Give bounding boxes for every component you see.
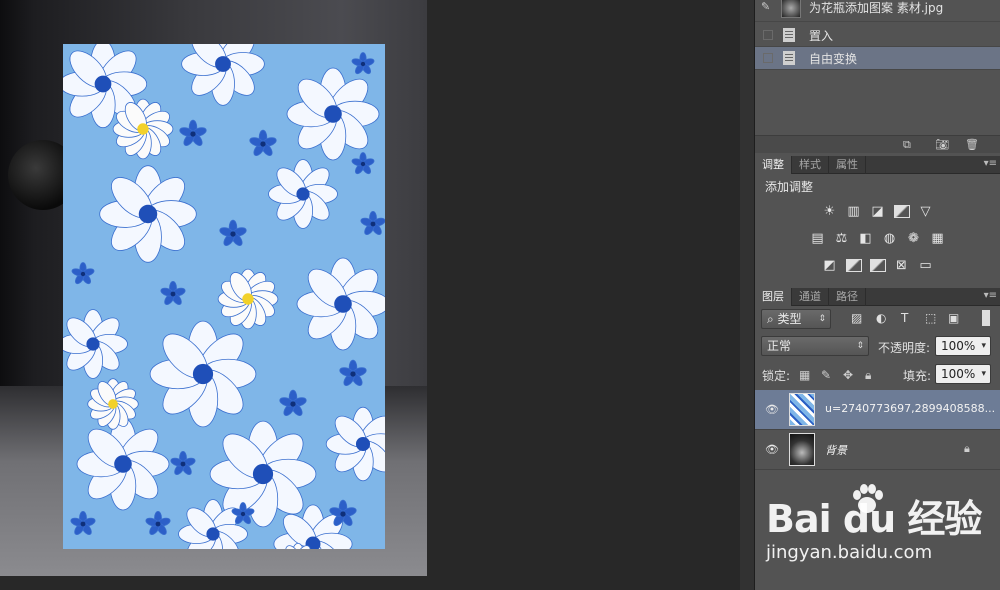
- adjustment-icons-row-3: ◩ ⊠ ▭: [755, 257, 1000, 273]
- layer-row-background[interactable]: 👁︎ 背景 🔒︎: [755, 430, 1000, 470]
- trash-icon[interactable]: 🗑︎: [965, 138, 979, 151]
- tab-paths[interactable]: 路径: [829, 288, 866, 306]
- curves-icon[interactable]: ◪: [869, 203, 887, 219]
- history-panel: ✎ 为花瓶添加图案 素材.jpg 置入 自由变换 ⧉ 📷︎ 🗑︎: [755, 0, 1000, 153]
- layer-thumbnail: [789, 433, 815, 466]
- lock-position-icon[interactable]: ✥: [843, 368, 853, 382]
- tab-adjustments[interactable]: 调整: [755, 156, 792, 174]
- layer-row-placed[interactable]: 👁︎ u=2740773697,2899408588...: [755, 390, 1000, 430]
- filter-adjustment-icon[interactable]: ◐: [876, 311, 886, 325]
- filter-smart-object-icon[interactable]: ▣: [948, 311, 959, 325]
- lock-transparent-pixels-icon[interactable]: ▦: [799, 368, 810, 382]
- panel-menu-icon[interactable]: ▾≡: [984, 288, 997, 304]
- new-document-from-state-icon[interactable]: ⧉: [903, 138, 911, 152]
- lock-image-pixels-icon[interactable]: ✎: [821, 368, 831, 382]
- filter-shape-icon[interactable]: ⬚: [925, 311, 936, 325]
- invert-icon[interactable]: ◩: [821, 257, 839, 273]
- color-lookup-icon[interactable]: ▦: [929, 230, 947, 246]
- layers-tabbar: 图层 通道 路径 ▾≡: [755, 288, 1000, 306]
- stepper-icon: ⇕: [818, 314, 826, 324]
- white-flower: [268, 159, 338, 229]
- white-flower: [99, 165, 197, 263]
- fill-value: 100%: [941, 367, 976, 381]
- color-balance-icon[interactable]: ⚖: [833, 230, 851, 246]
- layer-name[interactable]: u=2740773697,2899408588...: [825, 402, 995, 415]
- history-footer: ⧉ 📷︎ 🗑︎: [755, 135, 1000, 153]
- black-white-icon[interactable]: ◧: [857, 230, 875, 246]
- panel-menu-icon[interactable]: ▾≡: [984, 156, 997, 172]
- history-item-label: 置入: [809, 28, 834, 43]
- brightness-contrast-icon[interactable]: ☀: [821, 203, 839, 219]
- tab-channels[interactable]: 通道: [792, 288, 829, 306]
- lock-label: 锁定:: [762, 369, 791, 383]
- filter-pixel-icon[interactable]: ▨: [851, 311, 862, 325]
- camera-icon[interactable]: 📷︎: [935, 138, 949, 151]
- history-item[interactable]: 置入: [755, 24, 1000, 47]
- fill-label: 填充:: [903, 369, 932, 383]
- tab-styles[interactable]: 样式: [792, 156, 829, 174]
- vibrance-icon[interactable]: ▽: [917, 203, 935, 219]
- history-brush-source-checkbox[interactable]: [763, 30, 773, 40]
- baidu-jingyan-watermark: Bai du 经验 jingyan.baidu.com: [766, 484, 986, 573]
- search-icon: ⌕: [767, 312, 778, 326]
- threshold-icon[interactable]: [869, 257, 887, 273]
- layer-filter-kind-select[interactable]: ⌕ 类型 ⇕: [761, 309, 831, 329]
- chevron-down-icon[interactable]: ▾: [981, 365, 986, 383]
- channel-mixer-icon[interactable]: ❁: [905, 230, 923, 246]
- snapshot-thumbnail: [781, 0, 801, 18]
- eye-icon[interactable]: 👁︎: [765, 443, 779, 456]
- adjustment-icons-row-1: ☀ ▥ ◪ ▽: [755, 203, 1000, 219]
- adjustments-tabbar: 调整 样式 属性 ▾≡: [755, 156, 1000, 174]
- filter-kind-value: 类型: [777, 312, 802, 326]
- eye-icon[interactable]: 👁︎: [765, 403, 779, 416]
- white-flower: [286, 67, 380, 161]
- snapshot-label: 为花瓶添加图案 素材.jpg: [809, 1, 944, 15]
- history-snapshot[interactable]: ✎ 为花瓶添加图案 素材.jpg: [755, 0, 1000, 22]
- hue-saturation-icon[interactable]: ▤: [809, 230, 827, 246]
- adjustment-icons-row-2: ▤ ⚖ ◧ ◍ ❁ ▦: [755, 230, 1000, 246]
- photo-filter-icon[interactable]: ◍: [881, 230, 899, 246]
- opacity-label: 不透明度:: [878, 341, 931, 355]
- blend-mode-select[interactable]: 正常 ⇕: [761, 336, 869, 356]
- opacity-input[interactable]: 100% ▾: [935, 336, 991, 356]
- gradient-map-icon[interactable]: ▭: [917, 257, 935, 273]
- lock-icon: 🔒︎: [964, 442, 970, 455]
- levels-icon[interactable]: ▥: [845, 203, 863, 219]
- document-canvas[interactable]: [0, 0, 740, 590]
- add-adjustment-title: 添加调整: [765, 180, 814, 194]
- adjustments-panel: 调整 样式 属性 ▾≡ 添加调整 ☀ ▥ ◪ ▽ ▤ ⚖ ◧ ◍ ❁ ▦ ◩ ⊠…: [755, 156, 1000, 286]
- posterize-icon[interactable]: [845, 257, 863, 273]
- blend-mode-value: 正常: [767, 339, 792, 353]
- opacity-value: 100%: [941, 339, 976, 353]
- lock-all-icon[interactable]: 🔒︎: [865, 368, 871, 383]
- panel-dock-strip: [740, 0, 755, 590]
- selective-color-icon[interactable]: ⊠: [893, 257, 911, 273]
- white-flower: [63, 309, 128, 379]
- history-item-selected[interactable]: 自由变换: [755, 47, 1000, 70]
- exposure-icon[interactable]: [893, 203, 911, 219]
- fill-input[interactable]: 100% ▾: [935, 364, 991, 384]
- paw-logo-icon: [853, 484, 883, 513]
- history-state-icon: [783, 51, 795, 65]
- white-flower: [149, 320, 257, 428]
- history-state-icon: [783, 28, 795, 42]
- history-item-label: 自由变换: [809, 51, 858, 66]
- layer-name[interactable]: 背景: [825, 442, 847, 458]
- watermark-url: jingyan.baidu.com: [766, 542, 933, 563]
- filter-type-icon[interactable]: T: [901, 311, 908, 325]
- history-brush-icon[interactable]: ✎: [761, 0, 770, 13]
- white-flower: [76, 417, 170, 511]
- filter-toggle-icon[interactable]: [982, 310, 990, 326]
- stepper-icon: ⇕: [856, 341, 864, 351]
- history-brush-source-checkbox[interactable]: [763, 53, 773, 63]
- tab-properties[interactable]: 属性: [829, 156, 866, 174]
- white-flower: [296, 257, 385, 351]
- tab-layers[interactable]: 图层: [755, 288, 792, 306]
- layer-thumbnail: [789, 393, 815, 426]
- placed-floral-pattern-layer[interactable]: [63, 44, 385, 549]
- chevron-down-icon[interactable]: ▾: [981, 337, 986, 355]
